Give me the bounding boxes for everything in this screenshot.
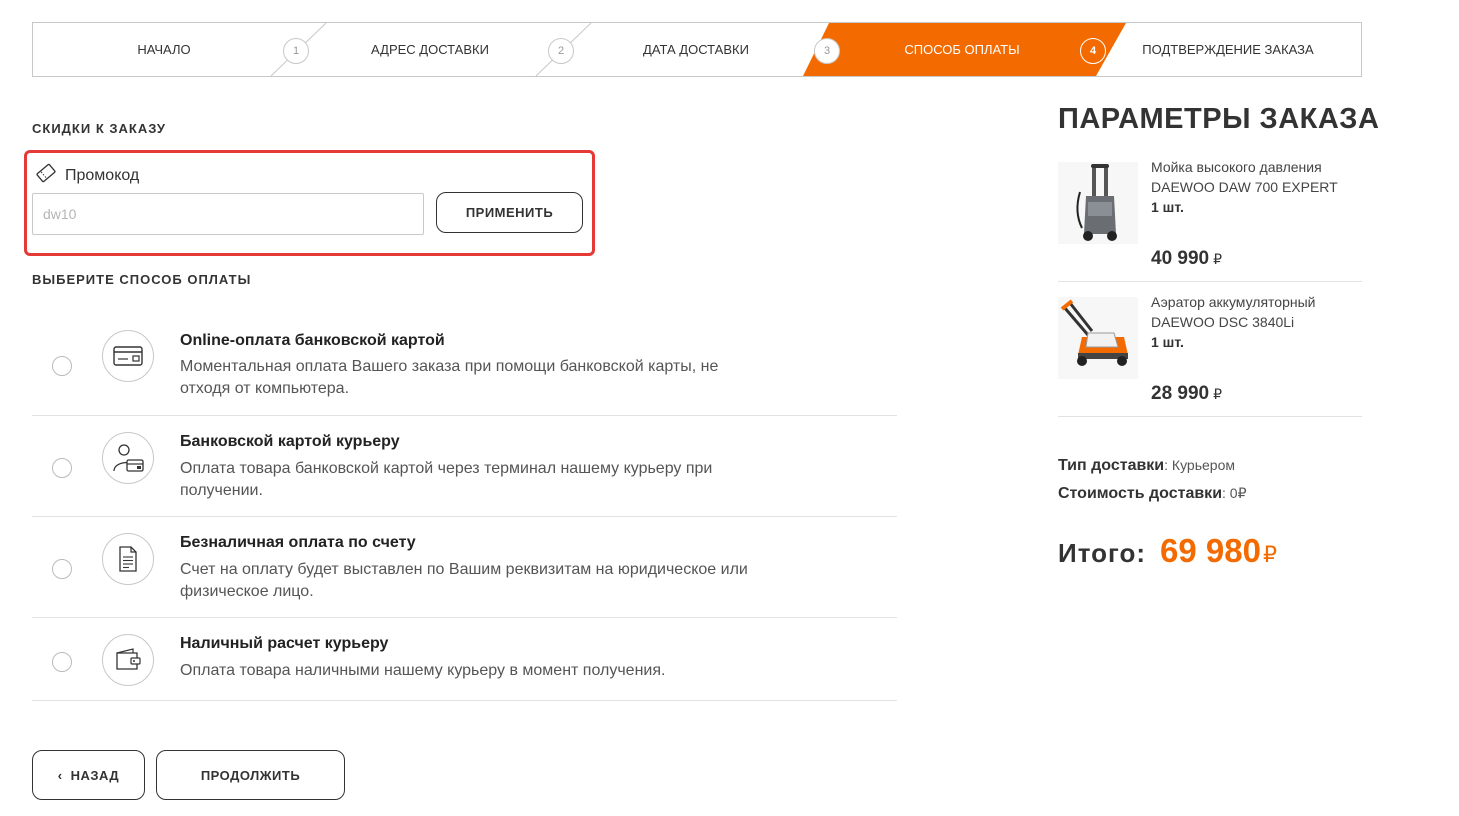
payment-methods-list: Online-оплата банковской картой Моментал… bbox=[32, 314, 897, 701]
step-label-date[interactable]: ДАТА ДОСТАВКИ bbox=[589, 23, 803, 76]
payment-title: Безналичная оплата по счету bbox=[180, 534, 416, 551]
product-image-pressure-washer[interactable] bbox=[1058, 162, 1138, 244]
step-number-1: 1 bbox=[283, 38, 309, 64]
step-number-4: 4 bbox=[1080, 38, 1106, 64]
wallet-icon bbox=[102, 634, 154, 686]
delivery-type-label: Тип доставки bbox=[1058, 457, 1165, 474]
payment-option-invoice[interactable]: Безналичная оплата по счету Счет на опла… bbox=[32, 517, 897, 618]
courier-card-icon bbox=[102, 432, 154, 484]
order-product-item: Мойка высокого давления DAEWOO DAW 700 E… bbox=[1058, 157, 1362, 282]
payment-title: Online-оплата банковской картой bbox=[180, 332, 445, 349]
payment-description: Моментальная оплата Вашего заказа при по… bbox=[180, 358, 719, 397]
back-button-label: НАЗАД bbox=[70, 767, 120, 783]
product-price: 40 990 ₽ bbox=[1151, 248, 1222, 270]
delivery-type-value: : Курьером bbox=[1164, 457, 1235, 473]
back-button[interactable]: ‹ НАЗАД bbox=[32, 750, 145, 800]
step-number-2: 2 bbox=[548, 38, 574, 64]
payment-option-online-card[interactable]: Online-оплата банковской картой Моментал… bbox=[32, 314, 897, 416]
promo-code-input[interactable] bbox=[32, 193, 424, 235]
product-price-value: 40 990 bbox=[1151, 248, 1210, 269]
total-currency: ₽ bbox=[1262, 542, 1277, 567]
payment-heading: ВЫБЕРИТЕ СПОСОБ ОПЛАТЫ bbox=[32, 272, 252, 287]
delivery-cost-label: Стоимость доставки bbox=[1058, 485, 1223, 502]
total-value: 69 980 bbox=[1160, 532, 1261, 569]
payment-option-cash[interactable]: Наличный расчет курьеру Оплата товара на… bbox=[32, 618, 897, 701]
order-total: Итого: 69 980 ₽ bbox=[1058, 532, 1277, 570]
payment-radio[interactable] bbox=[52, 559, 72, 579]
step-label-payment[interactable]: СПОСОБ ОПЛАТЫ bbox=[855, 23, 1069, 76]
order-product-item: Аэратор аккумуляторный DAEWOO DSC 3840Li… bbox=[1058, 292, 1362, 417]
payment-radio[interactable] bbox=[52, 458, 72, 478]
product-quantity: 1 шт. bbox=[1151, 334, 1184, 350]
payment-description: Счет на оплату будет выставлен по Вашим … bbox=[180, 561, 748, 600]
payment-radio[interactable] bbox=[52, 356, 72, 376]
continue-button[interactable]: ПРОДОЛЖИТЬ bbox=[156, 750, 345, 800]
payment-radio[interactable] bbox=[52, 652, 72, 672]
apply-promo-button[interactable]: ПРИМЕНИТЬ bbox=[436, 192, 583, 233]
payment-description: Оплата товара банковской картой через те… bbox=[180, 460, 713, 499]
promo-label-row: Промокод bbox=[35, 163, 139, 188]
step-label-confirmation[interactable]: ПОДТВЕРЖДЕНИЕ ЗАКАЗА bbox=[1121, 23, 1335, 76]
order-summary-title: ПАРАМЕТРЫ ЗАКАЗА bbox=[1058, 103, 1380, 135]
promo-code-box: Промокод ПРИМЕНИТЬ bbox=[24, 150, 595, 256]
product-name[interactable]: Мойка высокого давления DAEWOO DAW 700 E… bbox=[1151, 157, 1361, 197]
delivery-type-line: Тип доставки: Курьером bbox=[1058, 457, 1235, 475]
payment-description: Оплата товара наличными нашему курьеру в… bbox=[180, 662, 666, 679]
ticket-icon bbox=[35, 163, 57, 188]
payment-option-courier-card[interactable]: Банковской картой курьеру Оплата товара … bbox=[32, 416, 897, 517]
discounts-heading: СКИДКИ К ЗАКАЗУ bbox=[32, 121, 166, 136]
step-label-address[interactable]: АДРЕС ДОСТАВКИ bbox=[323, 23, 537, 76]
delivery-cost-line: Стоимость доставки: 0₽ bbox=[1058, 485, 1247, 503]
payment-title: Банковской картой курьеру bbox=[180, 433, 400, 450]
product-quantity: 1 шт. bbox=[1151, 199, 1184, 215]
step-number-3: 3 bbox=[814, 38, 840, 64]
product-image-aerator[interactable] bbox=[1058, 297, 1138, 379]
chevron-left-icon: ‹ bbox=[57, 767, 63, 783]
product-price-value: 28 990 bbox=[1151, 383, 1210, 404]
checkout-stepper: НАЧАЛО 1 АДРЕС ДОСТАВКИ 2 ДАТА ДОСТАВКИ … bbox=[32, 22, 1362, 77]
invoice-document-icon bbox=[102, 533, 154, 585]
promo-label: Промокод bbox=[65, 166, 140, 184]
product-name[interactable]: Аэратор аккумуляторный DAEWOO DSC 3840Li bbox=[1151, 292, 1361, 332]
product-price: 28 990 ₽ bbox=[1151, 383, 1222, 405]
delivery-cost-value: : 0₽ bbox=[1222, 485, 1247, 501]
step-label-start[interactable]: НАЧАЛО bbox=[33, 23, 295, 76]
total-label: Итого: bbox=[1058, 538, 1146, 568]
currency-symbol: ₽ bbox=[1213, 386, 1223, 402]
credit-card-icon bbox=[102, 330, 154, 382]
currency-symbol: ₽ bbox=[1213, 251, 1223, 267]
payment-title: Наличный расчет курьеру bbox=[180, 635, 389, 652]
